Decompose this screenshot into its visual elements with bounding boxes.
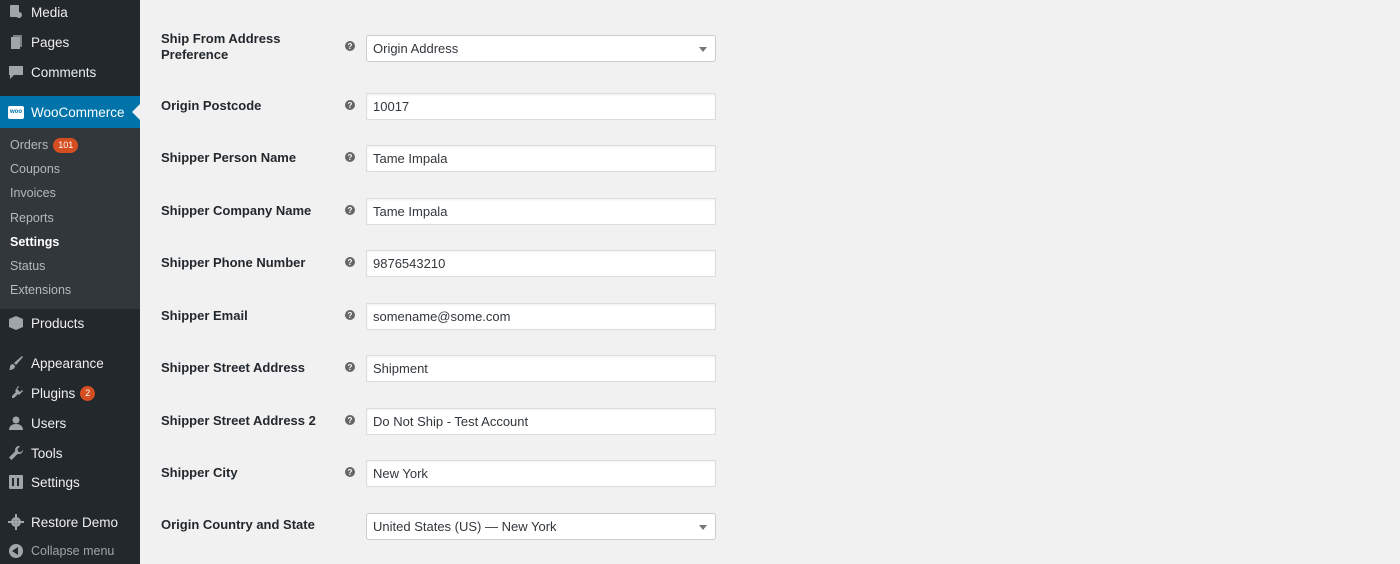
- ship-from-value: Origin Address: [373, 41, 459, 56]
- help-icon[interactable]: ?: [345, 467, 355, 477]
- menu-plugins[interactable]: Plugins 2: [0, 378, 140, 408]
- postcode-label: Origin Postcode: [161, 98, 262, 113]
- menu-woocommerce[interactable]: woo WooCommerce: [0, 96, 140, 128]
- submenu-reports-label: Reports: [10, 211, 54, 225]
- street2-label: Shipper Street Address 2: [161, 413, 316, 428]
- postcode-input[interactable]: [366, 93, 716, 120]
- phone-input[interactable]: [366, 250, 716, 277]
- menu-tools-label: Tools: [31, 445, 63, 461]
- ship-from-label: Ship From Address Preference: [161, 31, 281, 62]
- menu-products[interactable]: Products: [0, 308, 140, 338]
- submenu-coupons-label: Coupons: [10, 162, 61, 176]
- menu-comments-label: Comments: [31, 64, 97, 80]
- plugin-icon: [8, 385, 24, 401]
- chevron-down-icon: [699, 47, 707, 52]
- city-input[interactable]: [366, 460, 716, 487]
- products-icon: [8, 315, 24, 331]
- woocommerce-submenu: Orders 101 Coupons Invoices Reports Sett…: [0, 128, 140, 309]
- ship-from-row: Ship From Address Preference ? Origin Ad…: [161, 31, 721, 67]
- company-name-label: Shipper Company Name: [161, 203, 312, 218]
- help-icon[interactable]: ?: [345, 362, 355, 372]
- users-icon: [8, 415, 24, 431]
- street-row: Shipper Street Address ?: [161, 355, 721, 383]
- menu-comments[interactable]: Comments: [0, 57, 140, 87]
- pages-icon: [8, 34, 24, 50]
- menu-plugins-label: Plugins: [31, 385, 76, 401]
- menu-woocommerce-label: WooCommerce: [31, 104, 125, 120]
- country-state-row: Origin Country and State United States (…: [161, 513, 721, 541]
- submenu-extensions-label: Extensions: [10, 283, 72, 297]
- woocommerce-icon: woo: [8, 104, 24, 120]
- phone-label: Shipper Phone Number: [161, 255, 306, 270]
- street-label: Shipper Street Address: [161, 360, 306, 375]
- menu-products-label: Products: [31, 315, 85, 331]
- submenu-status-label: Status: [10, 259, 46, 273]
- admin-sidebar: Media Pages Comments woo WooCommerce Ord…: [0, 0, 140, 564]
- street2-input[interactable]: [366, 408, 716, 435]
- help-icon[interactable]: ?: [345, 310, 355, 320]
- city-row: Shipper City ?: [161, 460, 721, 488]
- chevron-down-icon: [699, 525, 707, 530]
- wrench-icon: [8, 445, 24, 461]
- menu-settings-label: Settings: [31, 474, 80, 490]
- company-name-row: Shipper Company Name ?: [161, 198, 721, 226]
- person-name-label: Shipper Person Name: [161, 150, 297, 165]
- paintbrush-icon: [8, 355, 24, 371]
- country-state-value: United States (US) — New York: [373, 519, 557, 534]
- phone-row: Shipper Phone Number ?: [161, 250, 721, 278]
- comments-icon: [8, 64, 24, 80]
- email-input[interactable]: [366, 303, 716, 330]
- menu-restore-demo-label: Restore Demo: [31, 514, 119, 530]
- person-name-input[interactable]: [366, 145, 716, 172]
- help-icon[interactable]: ?: [345, 257, 355, 267]
- help-icon[interactable]: ?: [345, 415, 355, 425]
- settings-icon: [8, 474, 24, 490]
- menu-pages[interactable]: Pages: [0, 27, 140, 57]
- menu-media-label: Media: [31, 4, 68, 20]
- menu-restore-demo[interactable]: Restore Demo: [0, 507, 140, 537]
- plugins-count-badge: 2: [80, 385, 96, 401]
- country-state-select[interactable]: United States (US) — New York: [366, 513, 716, 540]
- orders-count-badge: 101: [53, 137, 79, 153]
- menu-media[interactable]: Media: [0, 0, 140, 27]
- help-icon[interactable]: ?: [345, 152, 355, 162]
- collapse-menu-button[interactable]: Collapse menu: [0, 536, 140, 564]
- help-icon[interactable]: ?: [345, 100, 355, 110]
- submenu-invoices[interactable]: Invoices: [10, 183, 56, 203]
- help-icon[interactable]: ?: [345, 205, 355, 215]
- collapse-menu-label: Collapse menu: [31, 544, 115, 558]
- submenu-settings[interactable]: Settings: [10, 232, 59, 252]
- email-label: Shipper Email: [161, 308, 248, 323]
- email-row: Shipper Email ?: [161, 303, 721, 331]
- menu-tools[interactable]: Tools: [0, 438, 140, 468]
- ship-from-select[interactable]: Origin Address: [366, 35, 716, 62]
- menu-appearance-label: Appearance: [31, 355, 104, 371]
- postcode-row: Origin Postcode ?: [161, 93, 721, 121]
- menu-appearance[interactable]: Appearance: [0, 348, 140, 378]
- gear-icon: [8, 514, 24, 530]
- submenu-reports[interactable]: Reports: [10, 208, 54, 228]
- street-input[interactable]: [366, 355, 716, 382]
- person-name-row: Shipper Person Name ?: [161, 145, 721, 173]
- submenu-status[interactable]: Status: [10, 256, 45, 276]
- submenu-invoices-label: Invoices: [10, 186, 56, 200]
- menu-pages-label: Pages: [31, 34, 70, 50]
- submenu-coupons[interactable]: Coupons: [10, 159, 60, 179]
- country-state-label: Origin Country and State: [161, 517, 315, 532]
- street2-row: Shipper Street Address 2 ?: [161, 408, 721, 436]
- menu-users[interactable]: Users: [0, 408, 140, 438]
- submenu-settings-label: Settings: [10, 235, 60, 249]
- submenu-orders-label: Orders: [10, 138, 49, 152]
- submenu-extensions[interactable]: Extensions: [10, 280, 71, 300]
- help-icon[interactable]: ?: [345, 41, 355, 51]
- media-icon: [8, 4, 24, 20]
- submenu-orders[interactable]: Orders 101: [10, 135, 79, 155]
- company-name-input[interactable]: [366, 198, 716, 225]
- menu-settings[interactable]: Settings: [0, 467, 140, 497]
- current-menu-arrow: [132, 104, 140, 120]
- city-label: Shipper City: [161, 465, 238, 480]
- collapse-icon: [8, 543, 24, 559]
- menu-users-label: Users: [31, 415, 67, 431]
